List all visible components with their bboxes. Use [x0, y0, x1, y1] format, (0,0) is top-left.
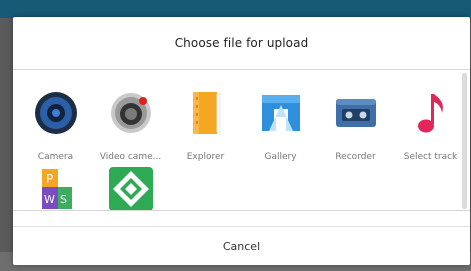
- app-grid: Camera Video came... Explorer Gallery Re…: [13, 71, 470, 211]
- upload-dialog: Choose file for upload Camera Video came…: [13, 17, 470, 265]
- svg-text:S: S: [60, 193, 67, 206]
- camera-icon: [34, 92, 77, 134]
- app-select-track[interactable]: Select track: [393, 71, 468, 162]
- app-gallery[interactable]: Gallery: [243, 71, 318, 162]
- app-label: Camera: [37, 152, 74, 162]
- green-diamond-app-icon: [108, 167, 153, 211]
- gallery-icon: [261, 95, 300, 131]
- music-note-icon: [417, 94, 443, 133]
- app-label: Select track: [403, 152, 458, 162]
- app-label: Video came...: [99, 152, 162, 162]
- cancel-button[interactable]: Cancel: [13, 226, 470, 265]
- dialog-title: Choose file for upload: [13, 17, 470, 70]
- app-camera[interactable]: Camera: [18, 71, 93, 162]
- file-explorer-icon: [192, 92, 220, 134]
- app-green-diamond[interactable]: [93, 167, 168, 211]
- svg-text:W: W: [44, 193, 55, 206]
- app-label: Gallery: [264, 152, 297, 162]
- svg-text:P: P: [46, 172, 53, 186]
- app-office-suite[interactable]: P W S: [18, 167, 93, 211]
- scrollbar[interactable]: [462, 73, 467, 209]
- office-suite-icon: P W S: [41, 169, 72, 209]
- video-camera-icon: [110, 93, 151, 133]
- divider: [13, 210, 470, 211]
- app-video-camera[interactable]: Video came...: [93, 71, 168, 162]
- app-label: Explorer: [186, 152, 225, 162]
- app-recorder[interactable]: Recorder: [318, 71, 393, 162]
- app-label: Recorder: [335, 152, 376, 162]
- recorder-icon: [335, 99, 376, 127]
- status-bar: [0, 0, 471, 18]
- app-explorer[interactable]: Explorer: [168, 71, 243, 162]
